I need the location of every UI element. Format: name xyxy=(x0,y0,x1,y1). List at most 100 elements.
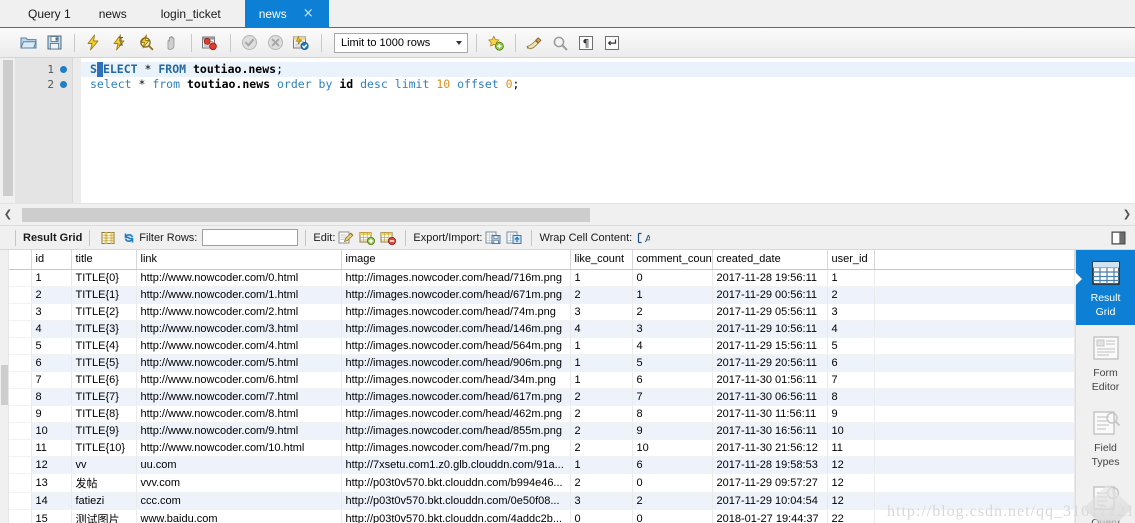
cell-user-id[interactable]: 22 xyxy=(827,509,875,523)
column-header-title[interactable]: title xyxy=(71,250,137,270)
row-selector-cell[interactable] xyxy=(9,303,32,321)
cell-user-id[interactable]: 10 xyxy=(827,422,875,440)
sidebar-item-form-editor[interactable]: Form Editor xyxy=(1076,325,1135,400)
tab-news-1[interactable]: news xyxy=(84,0,147,27)
cell-link[interactable]: http://www.nowcoder.com/6.html xyxy=(136,371,342,389)
cell-comment-count[interactable]: 1 xyxy=(632,286,713,304)
table-row[interactable]: 1 TITLE{0} http://www.nowcoder.com/0.html h… xyxy=(9,269,1075,287)
table-row[interactable]: 5 TITLE{4} http://www.nowcoder.com/4.html h… xyxy=(9,337,1075,355)
sidebar-item-field-types[interactable]: Field Types xyxy=(1076,400,1135,475)
cell-created-date[interactable]: 2017-11-30 01:56:11 xyxy=(712,371,828,389)
cell-user-id[interactable]: 9 xyxy=(827,405,875,423)
autocommit-icon[interactable] xyxy=(289,32,313,54)
row-selector-cell[interactable] xyxy=(9,354,32,372)
cell-link[interactable]: http://www.nowcoder.com/7.html xyxy=(136,388,342,406)
find-icon[interactable] xyxy=(548,32,572,54)
cell-created-date[interactable]: 2017-11-29 10:04:54 xyxy=(712,492,828,510)
sql-code-text[interactable]: S|ELECT * FROM toutiao.news; select * fr… xyxy=(81,58,1135,203)
wrap-lines-icon[interactable] xyxy=(600,32,624,54)
cell-link[interactable]: www.baidu.com xyxy=(136,509,342,523)
cell-link[interactable]: http://www.nowcoder.com/4.html xyxy=(136,337,342,355)
cell-link[interactable]: http://www.nowcoder.com/3.html xyxy=(136,320,342,338)
tab-news-active[interactable]: news × xyxy=(244,0,329,27)
cell-link[interactable]: http://www.nowcoder.com/0.html xyxy=(136,269,342,287)
code-line-1[interactable]: S|ELECT * FROM toutiao.news; xyxy=(81,62,1135,77)
cell-id[interactable]: 3 xyxy=(31,303,72,321)
cell-title[interactable]: 发帖 xyxy=(71,473,137,493)
cell-title[interactable]: TITLE{3} xyxy=(71,320,137,338)
cell-created-date[interactable]: 2017-11-29 20:56:11 xyxy=(712,354,828,372)
open-file-icon[interactable] xyxy=(16,32,40,54)
cell-id[interactable]: 12 xyxy=(31,456,72,474)
cell-link[interactable]: vvv.com xyxy=(136,473,342,493)
column-header-image[interactable]: image xyxy=(341,250,571,270)
cell-title[interactable]: TITLE{8} xyxy=(71,405,137,423)
cell-like-count[interactable]: 2 xyxy=(570,405,633,423)
cell-comment-count[interactable]: 0 xyxy=(632,269,713,287)
result-grid-scroll[interactable]: id title link image like_count comment_c… xyxy=(9,250,1075,523)
cell-created-date[interactable]: 2017-11-28 19:58:53 xyxy=(712,456,828,474)
sidebar-item-result-grid[interactable]: Result Grid xyxy=(1075,250,1135,325)
row-selector-cell[interactable] xyxy=(9,509,32,523)
table-row[interactable]: 15 测试图片 www.baidu.com http://p03t0v570.bkt.… xyxy=(9,509,1075,523)
cell-created-date[interactable]: 2017-11-30 16:56:11 xyxy=(712,422,828,440)
cell-link[interactable]: http://www.nowcoder.com/2.html xyxy=(136,303,342,321)
stop-execution-icon[interactable] xyxy=(159,32,183,54)
row-limit-dropdown[interactable]: Limit to 1000 rows xyxy=(334,32,468,53)
cell-like-count[interactable]: 1 xyxy=(570,269,633,287)
scroll-left-icon[interactable]: ❮ xyxy=(0,209,16,220)
cell-like-count[interactable]: 2 xyxy=(570,473,633,493)
cell-created-date[interactable]: 2017-11-29 09:57:27 xyxy=(712,473,828,493)
cell-user-id[interactable]: 6 xyxy=(827,354,875,372)
cell-title[interactable]: TITLE{6} xyxy=(71,371,137,389)
refresh-icon[interactable] xyxy=(118,229,139,247)
table-row[interactable]: 14 fatiezi ccc.com http://p03t0v570.bkt.clo… xyxy=(9,492,1075,510)
cell-user-id[interactable]: 4 xyxy=(827,320,875,338)
cell-comment-count[interactable]: 0 xyxy=(632,473,713,493)
cell-link[interactable]: http://www.nowcoder.com/1.html xyxy=(136,286,342,304)
cell-title[interactable]: TITLE{0} xyxy=(71,269,137,287)
table-row[interactable]: 10 TITLE{9} http://www.nowcoder.com/9.html… xyxy=(9,422,1075,440)
cell-image[interactable]: http://7xsetu.com1.z0.glb.clouddn.com/91… xyxy=(341,456,571,474)
row-selector-cell[interactable] xyxy=(9,422,32,440)
cell-like-count[interactable]: 1 xyxy=(570,354,633,372)
scrollbar-thumb[interactable] xyxy=(22,207,590,222)
cell-title[interactable]: fatiezi xyxy=(71,492,137,510)
statement-marker-icon[interactable] xyxy=(60,66,67,73)
table-row[interactable]: 2 TITLE{1} http://www.nowcoder.com/1.html h… xyxy=(9,286,1075,304)
cell-image[interactable]: http://images.nowcoder.com/head/462m.png xyxy=(341,405,571,423)
cell-id[interactable]: 14 xyxy=(31,492,72,510)
cell-like-count[interactable]: 3 xyxy=(570,303,633,321)
cell-comment-count[interactable]: 5 xyxy=(632,354,713,372)
explain-query-icon[interactable] xyxy=(133,32,157,54)
cell-like-count[interactable]: 2 xyxy=(570,439,633,457)
cell-like-count[interactable]: 1 xyxy=(570,456,633,474)
cell-like-count[interactable]: 2 xyxy=(570,422,633,440)
cell-like-count[interactable]: 1 xyxy=(570,337,633,355)
cell-link[interactable]: ccc.com xyxy=(136,492,342,510)
cell-user-id[interactable]: 8 xyxy=(827,388,875,406)
save-file-icon[interactable] xyxy=(42,32,66,54)
cell-title[interactable]: TITLE{9} xyxy=(71,422,137,440)
cell-id[interactable]: 13 xyxy=(31,473,72,493)
export-recordset-icon[interactable] xyxy=(482,229,503,247)
rollback-icon[interactable] xyxy=(263,32,287,54)
cell-id[interactable]: 15 xyxy=(31,509,72,523)
table-row[interactable]: 7 TITLE{6} http://www.nowcoder.com/6.html h… xyxy=(9,371,1075,389)
editor-vertical-scrollbar[interactable] xyxy=(0,58,15,203)
row-selector-cell[interactable] xyxy=(9,337,32,355)
editor-horizontal-scrollbar[interactable]: ❮ ❯ xyxy=(0,204,1135,226)
table-row[interactable]: 4 TITLE{3} http://www.nowcoder.com/3.html h… xyxy=(9,320,1075,338)
cell-title[interactable]: TITLE{7} xyxy=(71,388,137,406)
cell-comment-count[interactable]: 2 xyxy=(632,303,713,321)
cell-title[interactable]: vv xyxy=(71,456,137,474)
cell-user-id[interactable]: 12 xyxy=(827,473,875,493)
table-row[interactable]: 6 TITLE{5} http://www.nowcoder.com/5.html h… xyxy=(9,354,1075,372)
cell-created-date[interactable]: 2017-11-30 11:56:11 xyxy=(712,405,828,423)
column-header-user-id[interactable]: user_id xyxy=(827,250,875,270)
cell-created-date[interactable]: 2017-11-29 00:56:11 xyxy=(712,286,828,304)
cell-image[interactable]: http://images.nowcoder.com/head/34m.png xyxy=(341,371,571,389)
row-selector-cell[interactable] xyxy=(9,439,32,457)
cell-created-date[interactable]: 2017-11-29 15:56:11 xyxy=(712,337,828,355)
toggle-breakpoint-icon[interactable] xyxy=(198,32,222,54)
